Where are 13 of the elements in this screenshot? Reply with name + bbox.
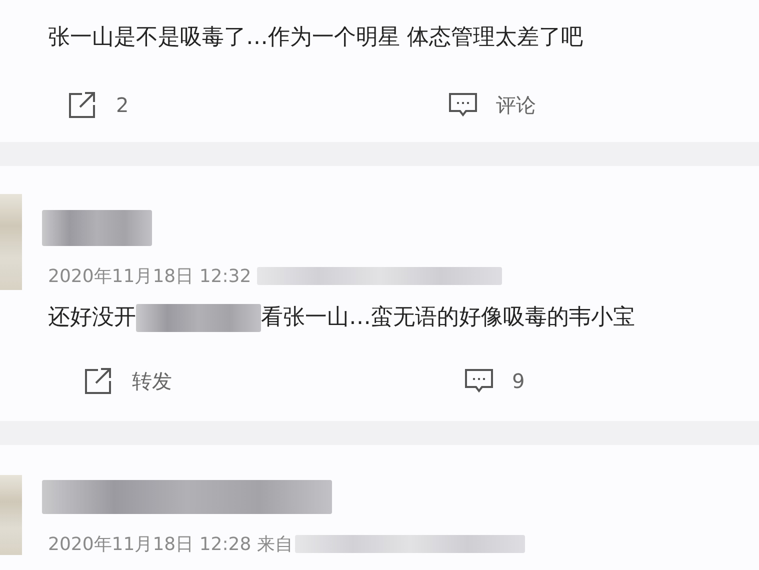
comment-button[interactable]: 9 [464, 366, 525, 396]
post-time: 2020年11月18日 12:32 [48, 264, 252, 288]
repost-button[interactable]: 转发 [84, 366, 172, 396]
repost-button[interactable]: 2 [68, 90, 129, 120]
post-time: 2020年11月18日 12:28 [48, 532, 252, 556]
post-text: 张一山是不是吸毒了…作为一个明星 体态管理太差了吧 [48, 24, 584, 52]
comment-icon [448, 92, 478, 118]
comment-button[interactable]: 评论 [448, 90, 536, 120]
share-icon [84, 367, 114, 395]
post-source: 来自 [257, 532, 294, 556]
share-icon [68, 91, 98, 119]
post-text: 还好没开 看张一山…蛮无语的好像吸毒的韦小宝 [48, 303, 636, 334]
comment-icon [464, 368, 494, 394]
